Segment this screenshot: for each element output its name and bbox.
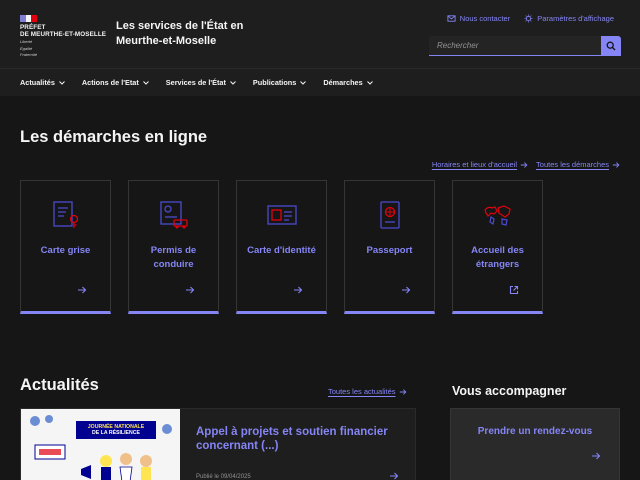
site-title[interactable]: Les services de l'État en Meurthe-et-Mos… <box>116 19 256 49</box>
site-header: PRÉFET DE MEURTHE-ET-MOSELLE Liberté Éga… <box>0 0 640 68</box>
mail-icon <box>447 15 456 22</box>
nav-item-label: Actions de l'Etat <box>81 78 139 87</box>
card-label: Permis de conduire <box>150 245 197 270</box>
horaires-link[interactable]: Horaires et lieux d'accueil <box>432 160 528 169</box>
news-date: Publié le 09/04/2025 <box>196 474 251 480</box>
arrow-right-icon <box>294 286 303 294</box>
arrow-right-icon <box>186 286 195 294</box>
chevron-down-icon <box>142 80 149 85</box>
motto-liberte: Liberté <box>20 39 33 44</box>
prefet-line-2: DE MEURTHE-ET-MOSELLE <box>20 31 107 38</box>
nav-item-actualites[interactable]: Actualités <box>20 78 65 87</box>
nav-item-actions[interactable]: Actions de l'Etat <box>82 78 149 87</box>
nav-item-label: Publications <box>252 78 297 87</box>
external-link-icon <box>509 285 519 295</box>
display-settings-link[interactable]: Paramètres d'affichage <box>524 14 614 23</box>
search-bar <box>429 36 621 56</box>
motto-egalite: Égalité <box>20 45 33 51</box>
card-accueil-etrangers[interactable]: Accueil des étrangers <box>452 180 543 314</box>
contact-link[interactable]: Nous contacter <box>447 14 510 23</box>
display-settings-label: Paramètres d'affichage <box>537 14 614 23</box>
nav-item-label: Démarches <box>323 78 363 87</box>
arrow-right-icon <box>612 161 620 168</box>
theme-icon <box>524 14 533 23</box>
news-title[interactable]: Appel à projets et soutien financier con… <box>196 425 396 453</box>
card-carte-grise[interactable]: Carte grise <box>20 180 111 314</box>
flag-icon <box>20 15 38 22</box>
passport-icon <box>379 201 400 229</box>
nav-item-label: Services de l'État <box>165 78 226 87</box>
arrow-right-icon <box>520 161 528 168</box>
search-input[interactable] <box>429 36 601 56</box>
nav-item-demarches[interactable]: Démarches <box>323 78 373 87</box>
search-button[interactable] <box>601 36 621 56</box>
accompagner-title: Vous accompagner <box>452 384 567 398</box>
card-label: Passeport <box>366 245 413 256</box>
toutes-demarches-link[interactable]: Toutes les démarches <box>536 160 620 169</box>
nav-item-publications[interactable]: Publications <box>252 78 307 87</box>
card-label: Carte grise <box>40 245 91 256</box>
news-image-banner: JOURNÉE NATIONALE DE LA RÉSILIENCE <box>76 421 156 439</box>
prefet-line-1: PRÉFET <box>20 24 46 31</box>
chevron-down-icon <box>366 80 373 85</box>
toutes-demarches-label: Toutes les démarches <box>536 160 609 169</box>
nav-item-label: Actualités <box>20 78 55 87</box>
horaires-label: Horaires et lieux d'accueil <box>431 160 518 169</box>
rendez-vous-card[interactable]: Prendre un rendez-vous <box>450 408 620 480</box>
news-illustration <box>21 409 180 480</box>
arrow-right-icon <box>78 286 87 294</box>
actualites-title: Actualités <box>20 376 99 394</box>
header-tools: Nous contacter Paramètres d'affichage <box>447 14 614 23</box>
driving-license-icon <box>159 201 188 229</box>
card-permis-de-conduire[interactable]: Permis de conduire <box>128 180 219 314</box>
id-card-icon <box>266 205 297 225</box>
toutes-actualites-label: Toutes les actualités <box>328 387 396 396</box>
rendez-vous-label: Prendre un rendez-vous <box>477 426 593 437</box>
arrow-right-icon <box>390 472 399 480</box>
search-icon <box>606 41 616 51</box>
arrow-right-icon <box>592 452 601 460</box>
banner-line-2: DE LA RÉSILIENCE <box>92 430 140 436</box>
main-nav: Actualités Actions de l'Etat Services de… <box>0 68 640 96</box>
car-registration-icon <box>52 201 78 228</box>
news-image: JOURNÉE NATIONALE DE LA RÉSILIENCE <box>21 409 180 480</box>
card-carte-identite[interactable]: Carte d'identité <box>236 180 327 314</box>
card-label: Carte d'identité <box>247 245 316 256</box>
card-passeport[interactable]: Passeport <box>344 180 435 314</box>
contact-label: Nous contacter <box>459 14 511 23</box>
demarches-cards: Carte grise Permis de conduire Carte d'i… <box>20 180 543 314</box>
motto-fraternite: Fraternité <box>20 52 38 57</box>
arrow-right-icon <box>402 286 411 294</box>
chevron-down-icon <box>59 80 65 85</box>
demarches-links: Horaires et lieux d'accueil Toutes les d… <box>432 160 620 169</box>
card-label: Accueil des étrangers <box>471 245 524 270</box>
news-card[interactable]: JOURNÉE NATIONALE DE LA RÉSILIENCE Appel… <box>20 408 416 480</box>
toutes-actualites-link[interactable]: Toutes les actualités <box>328 387 407 396</box>
chevron-down-icon <box>230 80 236 85</box>
prefecture-logo[interactable]: PRÉFET DE MEURTHE-ET-MOSELLE Liberté Éga… <box>20 15 108 58</box>
demarches-title: Les démarches en ligne <box>20 128 208 146</box>
nav-item-services[interactable]: Services de l'État <box>166 78 236 87</box>
world-map-icon <box>483 205 511 226</box>
arrow-right-icon <box>399 388 406 395</box>
chevron-down-icon <box>300 80 307 85</box>
